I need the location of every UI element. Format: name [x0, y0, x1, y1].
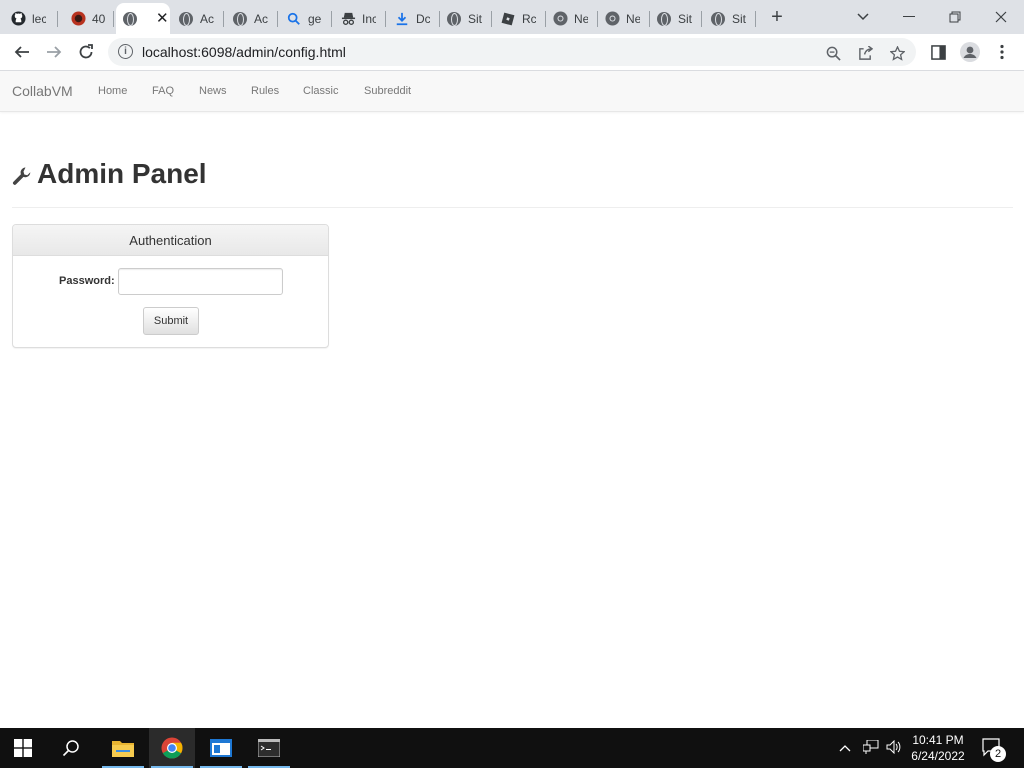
close-window-button[interactable] — [988, 4, 1014, 30]
tab-10[interactable]: Rc — [494, 3, 546, 34]
tab-label: Ne — [626, 11, 640, 26]
password-input[interactable] — [118, 268, 283, 295]
authentication-panel: Authentication Password: Submit — [12, 224, 329, 348]
profile-avatar[interactable] — [956, 38, 984, 66]
tab-label: Dc — [416, 11, 430, 26]
submit-button[interactable]: Submit — [143, 307, 199, 335]
incognito-favicon — [340, 11, 356, 27]
tab-label: ge — [308, 11, 322, 26]
reload-button[interactable] — [72, 38, 100, 66]
tab-6[interactable]: ge — [280, 3, 332, 34]
chrome-taskbar-icon[interactable] — [149, 728, 195, 768]
globe-icon — [446, 11, 462, 27]
app-window-icon[interactable] — [198, 728, 244, 768]
tab-separator — [385, 11, 386, 27]
share-icon[interactable] — [856, 44, 874, 62]
site-info-icon[interactable]: i — [118, 44, 133, 59]
download-icon — [394, 11, 410, 27]
nav-rules[interactable]: Rules — [251, 85, 279, 97]
tab-1[interactable]: lec — [4, 3, 58, 34]
site-navbar: CollabVM Home FAQ News Rules Classic Sub… — [0, 71, 1024, 112]
globe-icon — [232, 11, 248, 27]
close-tab-icon[interactable]: ✕ — [156, 11, 169, 26]
back-button[interactable] — [8, 38, 36, 66]
chrome-icon — [552, 11, 568, 27]
wrench-icon — [12, 166, 32, 186]
tab-search-button[interactable] — [850, 4, 876, 30]
tab-7[interactable]: Inc — [334, 3, 386, 34]
tab-13[interactable]: Sit — [650, 3, 702, 34]
restore-button[interactable] — [942, 4, 968, 30]
taskbar-clock[interactable]: 10:41 PM 6/24/2022 — [900, 732, 976, 764]
tab-8[interactable]: Dc — [388, 3, 440, 34]
tab-separator — [491, 11, 492, 27]
tab-14[interactable]: Sit — [704, 3, 756, 34]
forward-button[interactable] — [40, 38, 68, 66]
tab-active[interactable]: ✕ — [116, 3, 170, 34]
tab-separator — [57, 11, 58, 27]
start-button[interactable] — [0, 728, 46, 768]
tab-label: Ac — [200, 11, 214, 26]
menu-kebab-icon[interactable] — [988, 38, 1016, 66]
tab-11[interactable]: Ne — [546, 3, 598, 34]
browser-toolbar: i localhost:6098/admin/config.html — [0, 34, 1024, 71]
address-bar[interactable]: i localhost:6098/admin/config.html — [108, 38, 916, 66]
globe-icon — [710, 11, 726, 27]
globe-icon — [122, 11, 138, 27]
notification-count-badge: 2 — [990, 746, 1006, 762]
github-icon — [10, 11, 26, 27]
tab-label: Rc — [522, 11, 536, 26]
tab-2[interactable]: 40 — [64, 3, 114, 34]
nav-news[interactable]: News — [199, 85, 227, 97]
show-hidden-icons-button[interactable] — [839, 740, 851, 755]
globe-icon — [178, 11, 194, 27]
nav-faq[interactable]: FAQ — [152, 85, 174, 97]
tab-separator — [277, 11, 278, 27]
tab-separator — [701, 11, 702, 27]
tab-4[interactable]: Ac — [172, 3, 224, 34]
tab-separator — [223, 11, 224, 27]
nav-home[interactable]: Home — [98, 85, 127, 97]
page-title: Admin Panel — [37, 158, 207, 189]
tab-separator — [755, 11, 756, 27]
alert-favicon — [70, 11, 86, 27]
minimize-button[interactable] — [896, 4, 922, 30]
tab-12[interactable]: Ne — [598, 3, 650, 34]
password-label: Password: — [59, 275, 115, 287]
taskbar: 10:41 PM 6/24/2022 2 — [0, 728, 1024, 768]
search-button[interactable] — [48, 728, 94, 768]
site-brand[interactable]: CollabVM — [12, 83, 73, 99]
tab-label: Sit — [468, 11, 482, 26]
url-text[interactable]: localhost:6098/admin/config.html — [142, 44, 346, 60]
tab-label: Ne — [574, 11, 588, 26]
globe-icon — [656, 11, 672, 27]
roblox-favicon — [500, 11, 516, 27]
clock-time: 10:41 PM — [912, 733, 964, 747]
tab-label: 40 — [92, 11, 106, 26]
zoom-icon[interactable] — [824, 44, 842, 62]
new-tab-button[interactable]: + — [764, 4, 790, 30]
clock-date: 6/24/2022 — [911, 749, 965, 763]
tab-separator — [331, 11, 332, 27]
bookmark-star-icon[interactable] — [888, 44, 906, 62]
search-favicon — [286, 11, 302, 27]
tab-label: lec — [32, 11, 46, 26]
file-explorer-icon[interactable] — [100, 728, 146, 768]
tab-label: Sit — [678, 11, 692, 26]
nav-classic[interactable]: Classic — [303, 85, 338, 97]
page-header: Admin Panel — [12, 158, 1013, 208]
side-panel-button[interactable] — [924, 38, 952, 66]
terminal-icon[interactable] — [246, 728, 292, 768]
tab-strip: lec 40 ✕ Ac Ac ge Inc Dc Sit Rc Ne Ne Si… — [0, 0, 1024, 34]
chrome-icon — [604, 11, 620, 27]
tab-9[interactable]: Sit — [440, 3, 492, 34]
tab-separator — [113, 11, 114, 27]
network-icon[interactable] — [862, 739, 879, 757]
panel-heading: Authentication — [13, 225, 328, 256]
tab-label: Inc — [362, 11, 376, 26]
tab-label: Sit — [732, 11, 746, 26]
tab-label: Ac — [254, 11, 268, 26]
tab-5[interactable]: Ac — [226, 3, 278, 34]
nav-subreddit[interactable]: Subreddit — [364, 85, 411, 97]
